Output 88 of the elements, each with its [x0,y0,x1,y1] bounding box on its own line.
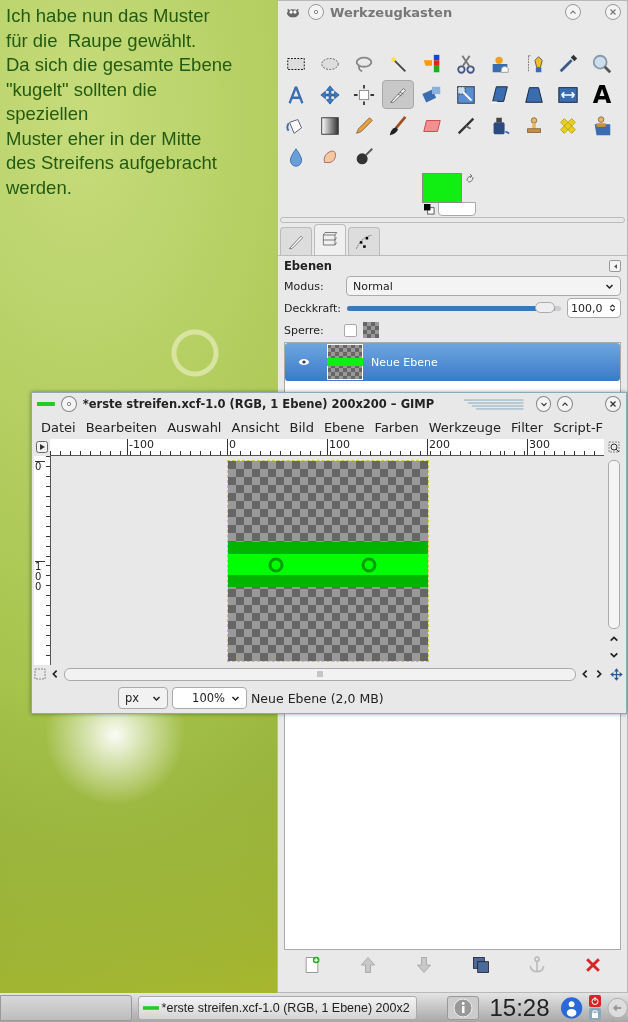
panel-title: Ebenen [284,259,333,273]
dashed-square-icon [34,668,46,680]
minimize-button[interactable] [535,396,552,412]
ruler-label: -100 [127,439,154,455]
panel-menu-button[interactable] [609,260,621,272]
menu-item[interactable]: Bild [284,419,319,435]
lock-checkbox[interactable] [344,323,357,337]
menu-item[interactable]: Werkzeuge [423,419,506,435]
chevron-up-icon [609,634,619,644]
tool-button[interactable]: A [586,80,618,109]
lock-icon [588,1008,601,1020]
vertical-scrollbar[interactable] [608,460,620,629]
ruler-label: 200 [427,439,450,455]
chevron-down-icon [609,650,619,660]
maximize-button[interactable] [557,396,574,412]
lock-label: Sperre: [284,323,325,337]
scroll-left-button[interactable] [580,668,590,680]
background-color-swatch[interactable] [438,202,476,216]
menu-item[interactable]: Auswahl [162,419,227,435]
close-icon [608,399,619,409]
default-colors-icon [424,204,435,215]
menu-item[interactable]: Ansicht [226,419,285,435]
opacity-spinbox[interactable]: 100,0 [567,298,621,318]
close-icon [608,7,618,17]
four-arrows-icon [319,83,341,106]
power-icon [588,995,601,1007]
window-menu-button[interactable] [308,4,324,20]
ruler-label: 100 [327,439,350,455]
window-title: Werkzeugkasten [330,4,454,20]
gradient-square-icon [319,114,341,137]
info-icon [452,997,473,1018]
navigate-button[interactable] [608,666,624,682]
taskbar-task[interactable]: *erste streifen.xcf-1.0 (RGB, 1 Ebene) 200x2 [137,995,417,1020]
menu-item[interactable]: Bearbeiten [80,419,163,435]
clock[interactable]: 15:28 [489,993,550,1022]
circle-icon [311,7,321,17]
mode-label: Modus: [284,279,325,293]
menu-item[interactable]: Datei [36,419,81,435]
scroll-left-button[interactable] [50,668,60,680]
magnifier-icon [608,441,620,453]
swap-arrow-icon [464,173,476,185]
mode-dropdown[interactable]: Normal [346,276,621,296]
notifications-button[interactable] [446,995,480,1020]
window-title: *erste streifen.xcf-1.0 (RGB, 1 Ebene) 200x200 – GIMP [82,397,435,411]
pencil-icon [353,114,375,137]
dock-tab[interactable] [348,227,380,255]
status-message: Neue Ebene (2,0 MB) [251,690,384,706]
menu-item[interactable]: Ebene [318,419,370,435]
paintbrush-icon [387,114,409,137]
grip-lines-icon [464,398,524,410]
checker-icon [363,322,379,338]
four-arrows-icon [608,666,624,682]
chevron-left-icon [50,669,60,679]
foreground-color-swatch[interactable] [422,173,462,203]
search-icon [591,52,613,75]
horizontal-scrollbar[interactable] [64,667,576,681]
align-square-icon [353,83,375,106]
close-button[interactable] [605,396,621,412]
menu-item[interactable]: Script-F [548,419,609,435]
eyedropper-icon [557,52,579,75]
parallelogram-icon [489,83,511,106]
shade-button[interactable] [565,4,581,20]
dash-icon [142,1003,159,1012]
unit-dropdown[interactable]: px [118,687,168,709]
grip-icon [316,670,324,678]
zoom-dropdown[interactable]: 100% [172,687,247,709]
ruler-label: 100 [35,560,45,592]
scale-square-icon [455,83,477,106]
quick-mask-button[interactable] [34,439,50,455]
ruler-label: 0 [35,460,45,472]
arrow-circle-icon [606,996,628,1019]
user-icon [559,995,583,1020]
opacity-label: Deckkraft: [284,301,341,315]
chevron-left-icon [580,669,590,679]
ruler-label: 300 [527,439,550,455]
spin-arrows-icon [608,302,617,314]
menu-item[interactable]: Filter [506,419,549,435]
chevron-right-icon [594,669,604,679]
menu-item[interactable]: Farben [369,419,424,435]
layer-name: Neue Ebene [371,355,438,369]
dock-tab[interactable] [314,224,346,255]
ruler-label: 0 [227,439,236,455]
duplicate-sheets-icon [470,955,491,975]
desktop-note-text: Ich habe nun das Muster für die Raupe gewählt. Da sich die gesamte Ebene "kugelt" sollten die speziellen Muster eher in der Mitte des Streifens aufgebracht werden. [6,4,233,200]
scroll-right-button[interactable] [594,668,604,680]
slider-thumb[interactable] [534,301,555,313]
dash-icon [37,400,55,408]
window-menu-button[interactable] [60,396,77,412]
